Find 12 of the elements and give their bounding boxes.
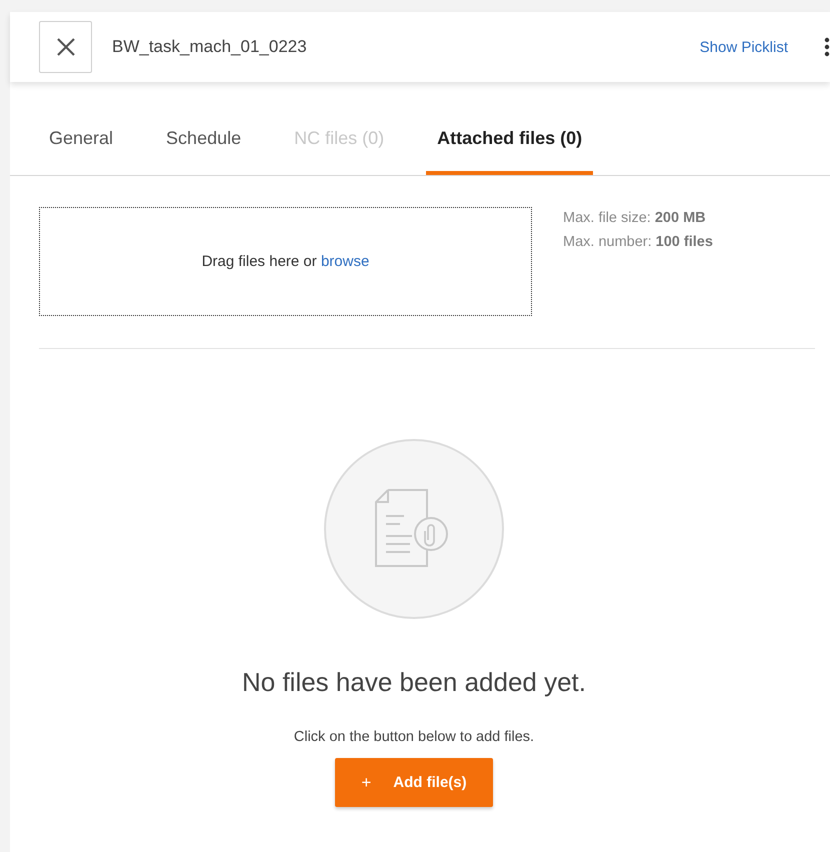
empty-state-hint: Click on the button below to add files. — [294, 729, 534, 745]
tab[interactable]: General — [38, 112, 124, 175]
tab[interactable]: Schedule — [155, 112, 252, 175]
task-title: BW_task_mach_01_0223 — [112, 37, 308, 57]
browse-link[interactable]: browse — [320, 253, 370, 270]
drop-zone-text: Drag files here or browse — [202, 253, 370, 270]
tab[interactable]: Attached files (0) — [426, 112, 594, 175]
file-limit-text: Max. file size: 200 MB — [563, 210, 707, 226]
file-drop-zone[interactable]: Drag files here or browse — [39, 207, 532, 316]
empty-state-heading: No files have been added yet. — [242, 667, 586, 698]
show-picklist-link[interactable]: Show Picklist — [700, 38, 788, 56]
file-limit-text: Max. number: 100 files — [563, 234, 713, 250]
